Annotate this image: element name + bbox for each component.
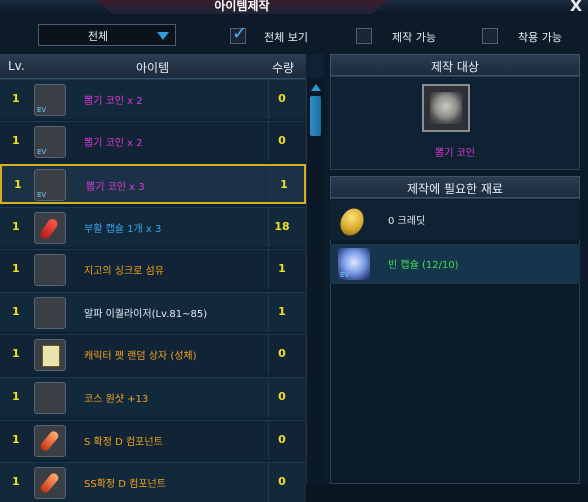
item-level: 1 — [12, 347, 20, 360]
header-item: 아이템 — [136, 61, 170, 75]
item-level: 1 — [12, 305, 20, 318]
item-level: 1 — [12, 92, 20, 105]
item-quantity: 1 — [278, 305, 286, 318]
target-header-label: 제작 대상 — [431, 60, 479, 74]
alpha-equalizer-icon — [34, 297, 66, 329]
target-item-name: 뽑기 코인 — [435, 148, 475, 159]
list-item[interactable]: 1 SS확정 D 컴포넌트 0 — [0, 462, 306, 502]
wearable-label: 착용 가능 — [518, 31, 562, 44]
chevron-down-icon — [157, 32, 169, 40]
checkmark-icon: ✓ — [232, 23, 248, 44]
window-title: 아이템제작 — [214, 0, 270, 13]
material-name: 빈 캡슐 (12/10) — [388, 260, 459, 271]
list-item[interactable]: 1 지고의 싱크로 섬유 1 — [0, 249, 306, 289]
coin-icon: EV — [34, 84, 66, 116]
list-header: Lv. 아이템 수량 — [0, 54, 306, 79]
list-item[interactable]: 1 캐릭터 팻 랜덤 상자 (성체) 0 — [0, 334, 306, 374]
craftable-label: 제작 가능 — [392, 31, 436, 44]
list-item[interactable]: 1 코스 원샷 +13 0 — [0, 377, 306, 417]
materials-box — [330, 198, 580, 484]
item-name: SS확정 D 컴포넌트 — [84, 479, 166, 490]
item-name: S 확정 D 컴포넌트 — [84, 437, 163, 448]
show-all-checkbox[interactable]: ✓ — [230, 23, 247, 44]
coin-icon: EV — [34, 169, 66, 201]
item-level: 1 — [12, 220, 20, 233]
list-item[interactable]: 1 부활 캡슐 1개 x 3 18 — [0, 207, 306, 247]
item-quantity: 0 — [278, 390, 286, 403]
list-item[interactable]: 1 S 확정 D 컴포넌트 0 — [0, 420, 306, 460]
scroll-thumb[interactable] — [310, 96, 321, 136]
item-level: 1 — [14, 178, 22, 191]
list-item[interactable]: 1 알파 이퀄라이저(Lv.81~85) 1 — [0, 292, 306, 332]
header-qty: 수량 — [272, 61, 295, 75]
item-quantity: 1 — [278, 262, 286, 275]
item-level: 1 — [12, 390, 20, 403]
item-level: 1 — [12, 134, 20, 147]
item-name: 뽑기 코인 x 2 — [84, 96, 143, 107]
coin-icon: EV — [34, 126, 66, 158]
item-name: 부활 캡슐 1개 x 3 — [84, 224, 162, 235]
craftable-checkbox[interactable] — [356, 28, 372, 44]
wearable-checkbox[interactable] — [482, 28, 498, 44]
target-header: 제작 대상 — [330, 54, 580, 76]
item-quantity: 0 — [278, 347, 286, 360]
list-item[interactable]: 1 EV 뽑기 코인 x 2 0 — [0, 121, 306, 161]
close-button[interactable]: X — [567, 0, 585, 14]
show-all-label: 전체 보기 — [264, 31, 308, 44]
capsule-icon — [34, 212, 66, 244]
item-quantity: 1 — [280, 178, 288, 191]
item-quantity: 0 — [278, 433, 286, 446]
dropdown-value: 전체 — [87, 30, 109, 43]
coin-icon — [430, 92, 462, 124]
fiber-icon — [34, 254, 66, 286]
item-name: 뽑기 코인 x 2 — [84, 138, 143, 149]
item-name: 알파 이퀄라이저(Lv.81~85) — [84, 309, 208, 320]
list-item-selected[interactable]: 1 EV 뽑기 코인 x 3 1 — [0, 164, 306, 204]
component-icon — [34, 467, 66, 499]
box-icon — [34, 339, 66, 371]
material-name: 0 크레딧 — [388, 216, 426, 227]
item-name: 코스 원샷 +13 — [84, 394, 149, 405]
target-item-icon — [422, 84, 470, 132]
header-lv: Lv. — [8, 59, 25, 73]
component-icon — [34, 425, 66, 457]
item-level: 1 — [12, 262, 20, 275]
materials-header: 제작에 필요한 재료 — [330, 176, 580, 198]
material-item: EV 빈 캡슐 (12/10) — [330, 244, 580, 284]
item-name: 캐릭터 팻 랜덤 상자 (성체) — [84, 351, 197, 362]
category-dropdown[interactable]: 전체 — [38, 24, 176, 46]
item-name: 지고의 싱크로 섬유 — [84, 266, 164, 277]
empty-capsule-icon: EV — [338, 248, 370, 280]
credit-coin-icon — [338, 204, 370, 236]
item-quantity: 18 — [274, 220, 290, 233]
scroll-up-icon[interactable] — [311, 84, 321, 91]
item-name: 뽑기 코인 x 3 — [86, 182, 145, 193]
materials-header-label: 제작에 필요한 재료 — [407, 182, 503, 196]
list-scrollbar[interactable] — [306, 78, 325, 484]
item-quantity: 0 — [278, 92, 286, 105]
list-item[interactable]: 1 EV 뽑기 코인 x 2 0 — [0, 79, 306, 119]
item-quantity: 0 — [278, 134, 286, 147]
item-level: 1 — [12, 433, 20, 446]
item-quantity: 0 — [278, 475, 286, 488]
material-item: 0 크레딧 — [330, 200, 580, 240]
shot-icon — [34, 382, 66, 414]
item-level: 1 — [12, 475, 20, 488]
